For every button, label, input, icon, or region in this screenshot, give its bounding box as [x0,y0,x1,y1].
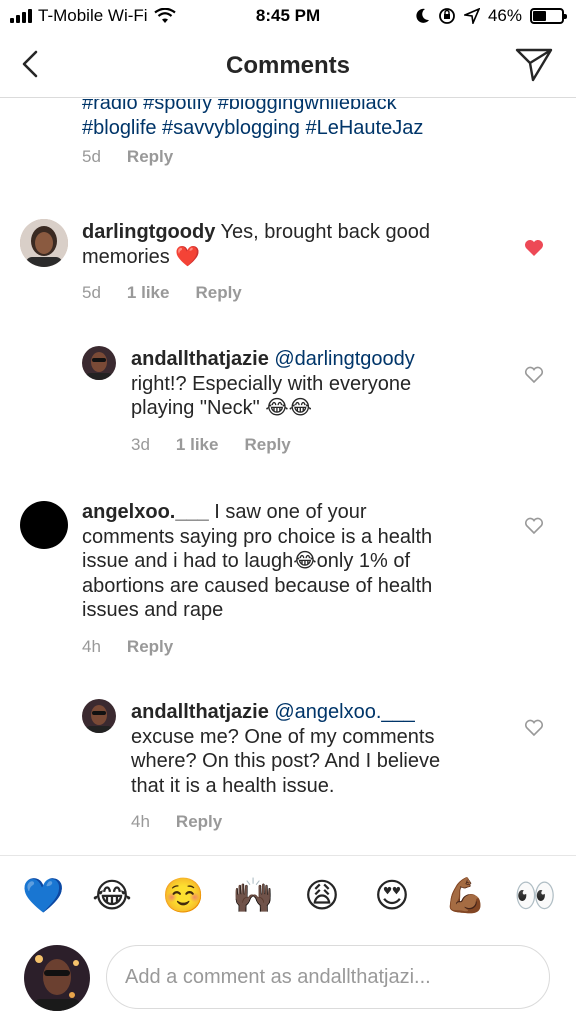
comment-body: that it is a health issue. [131,774,335,797]
comment-time: 4h [82,637,101,656]
hashtags-line[interactable]: #radio #spotify #bloggingwhileblack [82,99,562,116]
comments-list[interactable]: #radio #spotify #bloggingwhileblack #blo… [0,99,576,855]
mention-link[interactable]: @darlingtgoody [274,348,414,370]
emoji-weary[interactable]: 😩 [302,876,342,916]
orientation-lock-icon [439,8,455,24]
comment-input-bar: Add a comment as andallthatjazi... [0,937,576,1024]
comment-meta: 3d 1 like Reply [131,435,291,455]
emoji-eyes[interactable]: 👀 [514,876,556,916]
comment-body: comments saying pro choice is a health [82,525,433,548]
mention-link[interactable]: @angelxoo.___ [274,701,414,723]
battery-fill [533,11,546,21]
comment-username[interactable]: andallthatjazie [131,348,269,370]
emoji-blue-heart[interactable]: 💙 [22,876,64,916]
emoji-heart-eyes[interactable]: 😍 [372,876,412,916]
avatar[interactable] [82,346,116,380]
likes-count[interactable]: 1 like [127,283,170,303]
comment-text: andallthatjazie @angelxoo.___ excuse me?… [131,700,511,798]
status-right: 46% [416,6,567,26]
reply-button[interactable]: Reply [244,435,290,455]
comment-item: darlingtgoody Yes, brought back good mem… [0,217,576,327]
comment-body: playing "Neck" 😂😂 [131,397,312,419]
comment-body: issue and i had to laugh😂only 1% of [82,550,411,572]
avatar-image [82,699,116,733]
comment-body: issues and rape [82,599,224,621]
hashtags-line[interactable]: #bloglife #savvyblogging #LeHauteJaz [82,116,562,141]
comment-time: 3d [131,435,150,454]
emoji-laughing[interactable]: 😂 [92,876,132,916]
comment-text: angelxoo.___ I saw one of your comments … [82,500,502,623]
comment-meta: 5d Reply [82,147,173,167]
comment-username[interactable]: darlingtgoody [82,221,215,243]
comment-time: 5d [82,147,101,166]
reply-button[interactable]: Reply [127,637,173,657]
moon-icon [416,8,429,23]
comment-body: excuse me? One of my comments [131,725,435,748]
comment-meta: 4h Reply [82,637,173,657]
status-bar: T-Mobile Wi-Fi 8:45 PM 46% [0,0,576,34]
comment-body: Yes, brought back good [220,221,430,243]
emoji-smiling[interactable]: ☺️ [162,876,204,916]
emoji-flexed-biceps[interactable]: 💪🏾 [444,876,486,916]
reply-button[interactable]: Reply [195,283,241,303]
comment-text: andallthatjazie @darlingtgoody right!? E… [131,347,511,421]
reply-button[interactable]: Reply [127,147,173,167]
comment-meta: 5d 1 like Reply [82,283,242,303]
avatar[interactable] [82,699,116,733]
comment-body: abortions are caused because of health [82,574,433,597]
comment-input[interactable]: Add a comment as andallthatjazi... [106,945,550,1009]
emoji-bar: 💙 😂 ☺️ 🙌🏿 😩 😍 💪🏾 👀 [0,855,576,937]
heart-filled-icon[interactable] [524,239,544,257]
battery-percent: 46% [487,6,522,25]
location-icon [463,8,480,24]
avatar[interactable] [20,501,68,549]
avatar-image [20,219,68,267]
comment-username[interactable]: andallthatjazie [131,701,269,723]
comment-item: angelxoo.___ I saw one of your comments … [0,497,576,667]
battery-icon [530,8,567,24]
comment-body: where? On this post? And I believe [131,750,441,772]
comment-username[interactable]: angelxoo.___ [82,501,209,523]
comment-text: darlingtgoody Yes, brought back good mem… [82,220,502,269]
avatar-image [24,945,90,1011]
reply-button[interactable]: Reply [176,812,222,832]
caption-comment: #radio #spotify #bloggingwhileblack #blo… [0,99,576,189]
comment-body: right!? Especially with everyone [131,372,412,395]
header: Comments [0,34,576,98]
comment-body: I saw one of your [214,501,367,523]
avatar-image [82,346,116,380]
reply-comment-item: andallthatjazie @darlingtgoody right!? E… [0,344,576,464]
paper-plane-icon[interactable] [514,44,554,84]
comment-time: 4h [131,812,150,831]
page-title: Comments [225,52,351,79]
caption-hashtags: #radio #spotify #bloggingwhileblack #blo… [82,99,562,140]
my-avatar [24,945,90,1011]
heart-outline-icon[interactable] [524,719,544,737]
avatar[interactable] [20,219,68,267]
reply-comment-item: andallthatjazie @angelxoo.___ excuse me?… [0,697,576,847]
likes-count[interactable]: 1 like [176,435,219,455]
emoji-raised-hands[interactable]: 🙌🏿 [232,876,274,916]
heart-outline-icon[interactable] [524,366,544,384]
comment-time: 5d [82,283,101,302]
comment-meta: 4h Reply [131,812,222,832]
heart-outline-icon[interactable] [524,517,544,535]
comment-body: memories ❤️ [82,245,201,268]
